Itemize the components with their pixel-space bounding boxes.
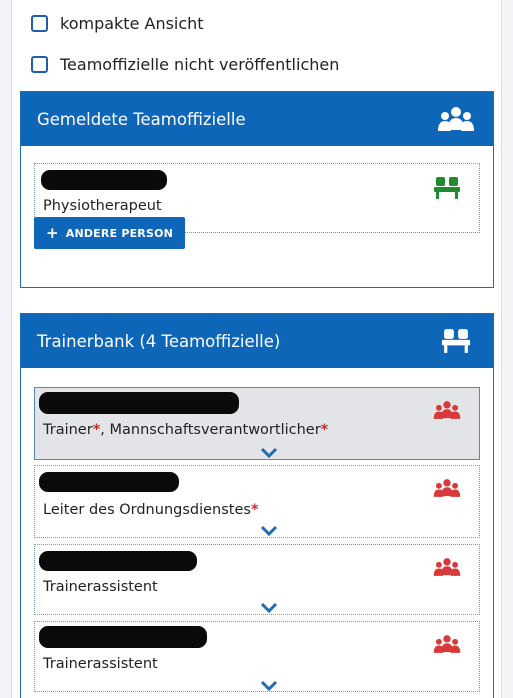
- hide-officials-label: Teamoffizielle nicht veröffentlichen: [60, 55, 340, 74]
- plus-icon: +: [45, 224, 59, 242]
- people-group-icon[interactable]: [433, 634, 461, 656]
- chevron-down-icon[interactable]: [260, 599, 278, 614]
- redacted-name: [39, 472, 179, 492]
- panel-title: Gemeldete Teamoffizielle: [37, 109, 246, 129]
- left-frame: [0, 0, 12, 698]
- reported-officials-panel: Gemeldete Teamoffizielle Physiotherapeut: [20, 91, 494, 288]
- add-other-person-button[interactable]: + ANDERE PERSON: [34, 217, 185, 249]
- people-group-icon[interactable]: [433, 478, 461, 500]
- list-item[interactable]: Leiter des Ordnungsdienstes*: [34, 465, 480, 538]
- role-label: Leiter des Ordnungsdienstes*: [43, 502, 259, 518]
- hide-officials-checkbox[interactable]: [31, 56, 48, 73]
- list-item[interactable]: Trainerassistent: [34, 621, 480, 692]
- list-item[interactable]: Trainerassistent: [34, 544, 480, 615]
- bench-header: Trainerbank (4 Teamoffizielle): [21, 314, 493, 368]
- right-frame: [501, 0, 513, 698]
- compact-view-checkbox[interactable]: [31, 15, 48, 32]
- role-label: Physiotherapeut: [43, 198, 162, 214]
- bench-icon[interactable]: [437, 326, 475, 356]
- people-group-icon[interactable]: [433, 557, 461, 579]
- compact-view-label: kompakte Ansicht: [60, 14, 204, 33]
- people-group-icon[interactable]: [433, 400, 461, 422]
- chevron-down-icon[interactable]: [260, 677, 278, 692]
- compact-view-option[interactable]: kompakte Ansicht: [31, 14, 204, 33]
- redacted-name: [39, 626, 207, 648]
- redacted-name: [39, 392, 239, 414]
- add-other-person-label: ANDERE PERSON: [65, 226, 174, 240]
- people-group-icon[interactable]: [437, 104, 475, 134]
- reported-officials-header: Gemeldete Teamoffizielle: [21, 92, 493, 146]
- panel-title: Trainerbank (4 Teamoffizielle): [37, 331, 281, 351]
- list-item[interactable]: Trainer*, Mannschaftsverantwortlicher*: [34, 387, 480, 460]
- chevron-down-icon[interactable]: [260, 522, 278, 537]
- role-label: Trainer*, Mannschaftsverantwortlicher*: [43, 422, 329, 438]
- redacted-name: [39, 551, 197, 571]
- redacted-name: [41, 170, 167, 190]
- role-label: Trainerassistent: [43, 656, 158, 672]
- chevron-down-icon[interactable]: [260, 444, 278, 459]
- role-label: Trainerassistent: [43, 579, 158, 595]
- bench-panel: Trainerbank (4 Teamoffizielle) Trainer*,…: [20, 313, 494, 698]
- bench-icon[interactable]: [433, 176, 461, 199]
- hide-officials-option[interactable]: Teamoffizielle nicht veröffentlichen: [31, 55, 339, 74]
